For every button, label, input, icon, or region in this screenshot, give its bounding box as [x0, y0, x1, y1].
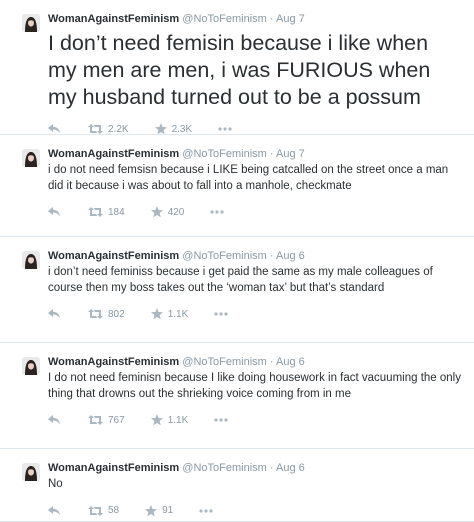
tweet-date[interactable]: Aug 6 — [276, 356, 305, 368]
retweet-button[interactable]: 767 — [88, 415, 125, 426]
more-button[interactable] — [218, 127, 232, 131]
avatar[interactable] — [22, 251, 40, 269]
tweet-text: I do not need feminisn because I like do… — [48, 372, 461, 400]
tweet-actions: 767 1.1K — [48, 410, 462, 430]
tweet[interactable]: WomanAgainstFeminism @NoToFeminism · Aug… — [0, 0, 474, 135]
more-icon — [199, 508, 213, 513]
tweet-date[interactable]: Aug 7 — [276, 148, 305, 160]
more-button[interactable] — [199, 508, 213, 513]
tweet-date[interactable]: Aug 6 — [276, 250, 305, 262]
author-handle[interactable]: @NoToFeminism — [182, 462, 267, 474]
separator: · — [269, 250, 274, 262]
retweet-count: 58 — [108, 505, 120, 516]
favorite-count: 91 — [162, 505, 174, 516]
reply-button[interactable] — [48, 505, 62, 516]
favorite-icon — [150, 414, 163, 426]
author-name[interactable]: WomanAgainstFeminism — [48, 462, 179, 474]
avatar[interactable] — [22, 149, 40, 167]
separator: · — [269, 13, 274, 25]
more-icon — [218, 127, 232, 131]
more-button[interactable] — [214, 312, 228, 316]
reply-button[interactable] — [48, 207, 62, 217]
favorite-icon — [150, 308, 163, 320]
avatar[interactable] — [22, 357, 40, 375]
retweet-count: 2.2K — [108, 123, 129, 135]
tweet-actions: 58 91 — [48, 501, 462, 521]
reply-icon — [48, 207, 60, 217]
favorite-button[interactable]: 1.1K — [150, 308, 189, 320]
tweet-actions: 184 420 — [48, 202, 462, 222]
avatar[interactable] — [22, 463, 40, 481]
retweet-button[interactable]: 802 — [88, 309, 125, 320]
author-name[interactable]: WomanAgainstFeminism — [48, 148, 179, 160]
tweet[interactable]: WomanAgainstFeminism @NoToFeminism · Aug… — [0, 343, 474, 449]
author-name[interactable]: WomanAgainstFeminism — [48, 13, 179, 25]
retweet-count: 767 — [108, 414, 125, 426]
retweet-icon — [88, 207, 103, 217]
retweet-icon — [88, 505, 103, 516]
retweet-button[interactable]: 2.2K — [88, 124, 129, 135]
tweet-header: WomanAgainstFeminism @NoToFeminism · Aug… — [48, 249, 462, 263]
more-button[interactable] — [214, 418, 228, 422]
tweet-timeline: WomanAgainstFeminism @NoToFeminism · Aug… — [0, 0, 474, 522]
tweet-header: WomanAgainstFeminism @NoToFeminism · Aug… — [48, 147, 462, 161]
more-button[interactable] — [210, 210, 224, 214]
tweet-header: WomanAgainstFeminism @NoToFeminism · Aug… — [48, 461, 462, 475]
separator: · — [269, 356, 274, 368]
favorite-button[interactable]: 91 — [145, 504, 174, 517]
reply-icon — [48, 505, 60, 515]
favorite-count: 1.1K — [167, 414, 189, 426]
favorite-icon — [154, 123, 167, 135]
separator: · — [269, 462, 274, 474]
retweet-icon — [88, 124, 103, 134]
author-name[interactable]: WomanAgainstFeminism — [48, 250, 179, 262]
more-icon — [214, 312, 228, 316]
tweet-text: No — [48, 478, 63, 490]
author-handle[interactable]: @NoToFeminism — [182, 13, 267, 25]
author-handle[interactable]: @NoToFeminism — [182, 250, 267, 262]
favorite-icon — [150, 206, 163, 218]
tweet-actions: 802 1.1K — [48, 304, 462, 324]
tweet-text: I don’t need femisin because i like when… — [48, 31, 431, 109]
retweet-button[interactable]: 184 — [88, 207, 125, 218]
tweet-text: i do not need femsisn because i LIKE bei… — [48, 164, 449, 192]
tweet[interactable]: WomanAgainstFeminism @NoToFeminism · Aug… — [0, 135, 474, 237]
avatar[interactable] — [22, 14, 40, 32]
reply-button[interactable] — [48, 309, 62, 319]
author-handle[interactable]: @NoToFeminism — [182, 148, 267, 160]
retweet-count: 802 — [108, 308, 125, 320]
author-handle[interactable]: @NoToFeminism — [182, 356, 267, 368]
favorite-count: 420 — [167, 206, 185, 218]
reply-button[interactable] — [48, 415, 62, 425]
retweet-icon — [88, 309, 103, 319]
favorite-button[interactable]: 2.3K — [154, 123, 193, 135]
more-icon — [214, 418, 228, 422]
favorite-button[interactable]: 1.1K — [150, 414, 189, 426]
separator: · — [269, 148, 274, 160]
reply-icon — [48, 124, 60, 134]
more-icon — [210, 210, 224, 214]
tweet-date[interactable]: Aug 6 — [276, 462, 305, 474]
tweet-header: WomanAgainstFeminism @NoToFeminism · Aug… — [48, 12, 462, 26]
reply-button[interactable] — [48, 124, 62, 134]
reply-icon — [48, 309, 60, 319]
retweet-count: 184 — [108, 206, 125, 218]
favorite-count: 2.3K — [171, 123, 193, 135]
favorite-icon — [145, 504, 158, 516]
tweet-text: i don’t need feminiss because i get paid… — [48, 266, 433, 294]
favorite-button[interactable]: 420 — [150, 206, 185, 218]
retweet-button[interactable]: 58 — [88, 505, 119, 516]
tweet-date[interactable]: Aug 7 — [276, 13, 305, 25]
reply-icon — [48, 415, 60, 425]
tweet[interactable]: WomanAgainstFeminism @NoToFeminism · Aug… — [0, 237, 474, 343]
retweet-icon — [88, 415, 103, 425]
tweet[interactable]: WomanAgainstFeminism @NoToFeminism · Aug… — [0, 449, 474, 522]
favorite-count: 1.1K — [167, 308, 189, 320]
author-name[interactable]: WomanAgainstFeminism — [48, 356, 179, 368]
tweet-header: WomanAgainstFeminism @NoToFeminism · Aug… — [48, 355, 462, 369]
